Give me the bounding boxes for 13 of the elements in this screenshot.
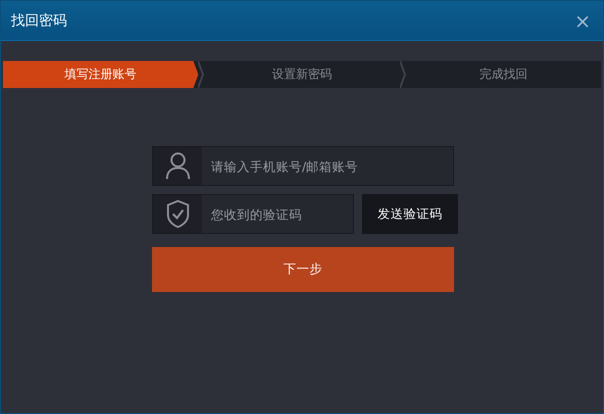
- account-input-field[interactable]: 请输入手机账号/邮箱账号: [152, 146, 454, 186]
- send-code-button[interactable]: 发送验证码: [362, 194, 458, 234]
- step-separator-icon: [198, 61, 204, 88]
- user-icon: [166, 152, 190, 180]
- account-input[interactable]: 请输入手机账号/邮箱账号: [202, 147, 453, 185]
- next-button[interactable]: 下一步: [152, 247, 454, 292]
- code-input-field[interactable]: 您收到的验证码: [152, 194, 354, 234]
- window-title: 找回密码: [11, 12, 68, 30]
- step-separator-icon: [400, 61, 406, 88]
- close-button[interactable]: ×: [572, 10, 593, 30]
- code-input[interactable]: 您收到的验证码: [202, 195, 353, 233]
- step-tab[interactable]: 填写注册账号: [3, 61, 198, 88]
- shield-check-icon: [166, 200, 188, 228]
